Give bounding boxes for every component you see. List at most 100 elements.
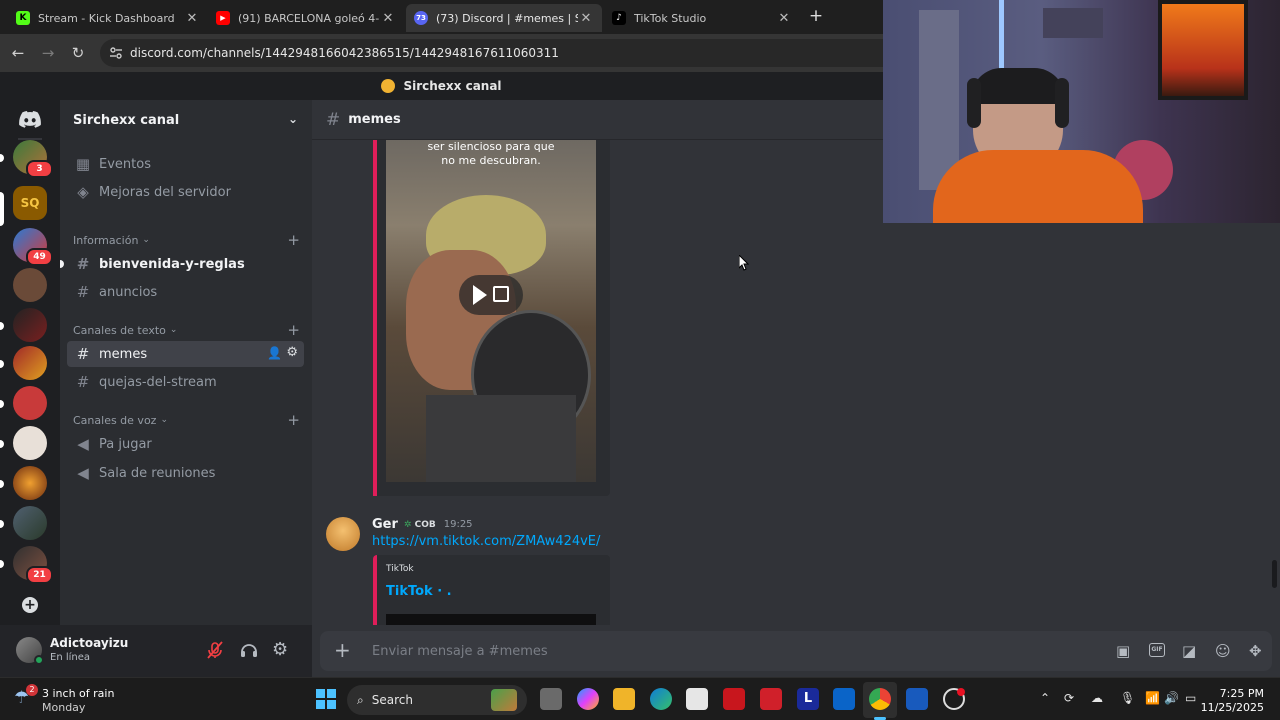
task-view-icon[interactable] <box>540 688 562 710</box>
server-tag[interactable]: ✲ COB <box>404 520 436 530</box>
lenovo-icon[interactable]: L <box>797 688 819 710</box>
wifi-icon[interactable]: 📶 <box>1145 691 1160 705</box>
battery-icon[interactable]: ▭ <box>1185 691 1196 705</box>
server-icon[interactable]: 49 <box>13 228 53 266</box>
app-icon[interactable] <box>760 688 782 710</box>
windows-start-icon[interactable] <box>316 689 336 709</box>
tab-kick-dashboard[interactable]: K Stream - Kick Dashboard ✕ <box>8 4 208 32</box>
close-icon[interactable]: ✕ <box>184 11 200 26</box>
volume-icon[interactable]: 🔊 <box>1164 691 1179 705</box>
copilot-icon[interactable] <box>577 688 599 710</box>
clock-date[interactable]: 11/25/2025 <box>1200 701 1264 714</box>
youtube-icon: ▶ <box>216 11 230 25</box>
category-name: Canales de texto <box>73 323 166 337</box>
weather-day: Monday <box>42 701 86 714</box>
word-icon[interactable] <box>906 688 928 710</box>
search-label: Search <box>371 693 413 707</box>
add-server-button[interactable]: + <box>13 588 47 622</box>
tab-tiktok-studio[interactable]: ♪ TikTok Studio ✕ <box>604 4 800 32</box>
tab-discord[interactable]: 73 (73) Discord | #memes | Sirc ✕ <box>406 4 602 32</box>
message-input-bar: + Enviar mensaje a #memes ▣ GIF ◪ ☺ ✥ <box>312 625 1280 677</box>
gif-icon[interactable]: GIF <box>1149 643 1165 657</box>
server-header[interactable]: Sirchexx canal ⌄ <box>60 100 312 140</box>
microphone-icon[interactable]: 🎙 <box>1120 691 1135 705</box>
channel-name: bienvenida-y-reglas <box>99 256 245 272</box>
weather-widget[interactable]: ☂ 2 <box>14 684 38 710</box>
address-bar[interactable]: discord.com/channels/1442948166042386515… <box>100 39 883 67</box>
emoji-icon[interactable]: ☺ <box>1215 642 1231 660</box>
author-name[interactable]: Ger <box>372 517 398 532</box>
channel-anuncios[interactable]: # anuncios <box>67 279 304 305</box>
site-info-icon[interactable] <box>109 46 123 60</box>
channel-memes[interactable]: # memes 👤 ⚙ <box>67 341 304 367</box>
discord-home-icon[interactable] <box>13 102 47 136</box>
chrome-icon[interactable] <box>869 688 891 710</box>
edge-icon[interactable] <box>650 688 672 710</box>
channel-bienvenida-y-reglas[interactable]: # bienvenida-y-reglas <box>67 251 304 277</box>
tab-youtube[interactable]: ▶ (91) BARCELONA goleó 4-0 al A ✕ <box>208 4 404 32</box>
chevron-up-icon[interactable]: ⌃ <box>1040 691 1050 705</box>
add-channel-icon[interactable]: + <box>287 231 300 249</box>
gift-icon[interactable]: ▣ <box>1116 642 1130 660</box>
server-icon[interactable] <box>13 386 47 420</box>
events-label: Eventos <box>99 156 151 172</box>
weather-text[interactable]: 3 inch of rain <box>42 687 114 700</box>
outlook-icon[interactable] <box>833 688 855 710</box>
sticker-icon[interactable]: ◪ <box>1182 642 1196 660</box>
reload-icon[interactable]: ↻ <box>68 43 88 63</box>
server-icon[interactable] <box>13 308 47 342</box>
headphones-icon[interactable] <box>239 640 259 660</box>
category-canales-de-voz[interactable]: Canales de voz ⌄ + <box>73 411 300 429</box>
embed-title[interactable]: TikTok · . <box>386 584 452 599</box>
add-channel-icon[interactable]: + <box>287 411 300 429</box>
close-icon[interactable]: ✕ <box>380 11 396 26</box>
invite-icon[interactable]: 👤 <box>267 346 282 360</box>
mic-muted-icon[interactable] <box>205 640 225 660</box>
message-link[interactable]: https://vm.tiktok.com/ZMAw424vE/ <box>372 534 600 549</box>
cloud-icon[interactable]: ☁ <box>1091 691 1103 705</box>
mcafee-icon[interactable] <box>723 688 745 710</box>
caption-line: no me descubran. <box>441 154 541 167</box>
category-informacion[interactable]: Información ⌄ + <box>73 231 300 249</box>
channel-quejas-del-stream[interactable]: # quejas-del-stream <box>67 369 304 395</box>
server-icon-sirchexx[interactable]: SQ <box>13 186 47 220</box>
add-channel-icon[interactable]: + <box>287 321 300 339</box>
server-icon[interactable]: 21 <box>13 546 53 584</box>
play-button[interactable] <box>459 275 523 315</box>
gear-icon[interactable]: ⚙ <box>272 639 288 660</box>
events-item[interactable]: ▦ Eventos <box>67 151 304 177</box>
voice-channel-pa-jugar[interactable]: ◀ Pa jugar <box>67 431 304 457</box>
new-tab-button[interactable]: + <box>806 6 826 26</box>
taskbar-search[interactable]: ⌕ Search <box>347 685 527 715</box>
close-icon[interactable]: ✕ <box>578 11 594 26</box>
server-icon[interactable] <box>13 426 47 460</box>
server-icon[interactable] <box>13 346 47 380</box>
avatar[interactable] <box>16 637 44 665</box>
gear-icon[interactable]: ⚙ <box>286 345 298 360</box>
server-icon[interactable] <box>13 506 47 540</box>
video-thumbnail[interactable]: ser silencioso para que no me descubran. <box>386 140 596 482</box>
avatar[interactable] <box>326 517 360 551</box>
notification-dot <box>957 688 965 696</box>
message-input[interactable]: + Enviar mensaje a #memes ▣ GIF ◪ ☺ ✥ <box>320 631 1272 671</box>
forward-arrow-icon[interactable]: → <box>38 43 58 63</box>
category-name: Información <box>73 233 139 247</box>
sync-icon[interactable]: ⟳ <box>1064 691 1074 705</box>
server-icon[interactable] <box>13 268 47 302</box>
scrollbar-thumb[interactable] <box>1272 560 1277 588</box>
clock-time[interactable]: 7:25 PM <box>1208 687 1264 700</box>
file-explorer-icon[interactable] <box>613 688 635 710</box>
close-icon[interactable]: ✕ <box>776 11 792 26</box>
category-canales-de-texto[interactable]: Canales de texto ⌄ + <box>73 321 300 339</box>
apps-icon[interactable]: ✥ <box>1249 642 1262 660</box>
server-boosts-item[interactable]: ◈ Mejoras del servidor <box>67 179 304 205</box>
voice-channel-sala-de-reuniones[interactable]: ◀ Sala de reuniones <box>67 460 304 486</box>
caption-line: ser silencioso para que <box>427 140 555 153</box>
back-arrow-icon[interactable]: ← <box>8 43 28 63</box>
server-icon[interactable]: 3 <box>13 140 53 178</box>
store-icon[interactable] <box>686 688 708 710</box>
popout-icon[interactable] <box>493 286 509 302</box>
embed-video-preview[interactable] <box>386 614 596 625</box>
server-icon[interactable] <box>13 466 47 500</box>
add-attachment-icon[interactable]: + <box>334 639 351 661</box>
